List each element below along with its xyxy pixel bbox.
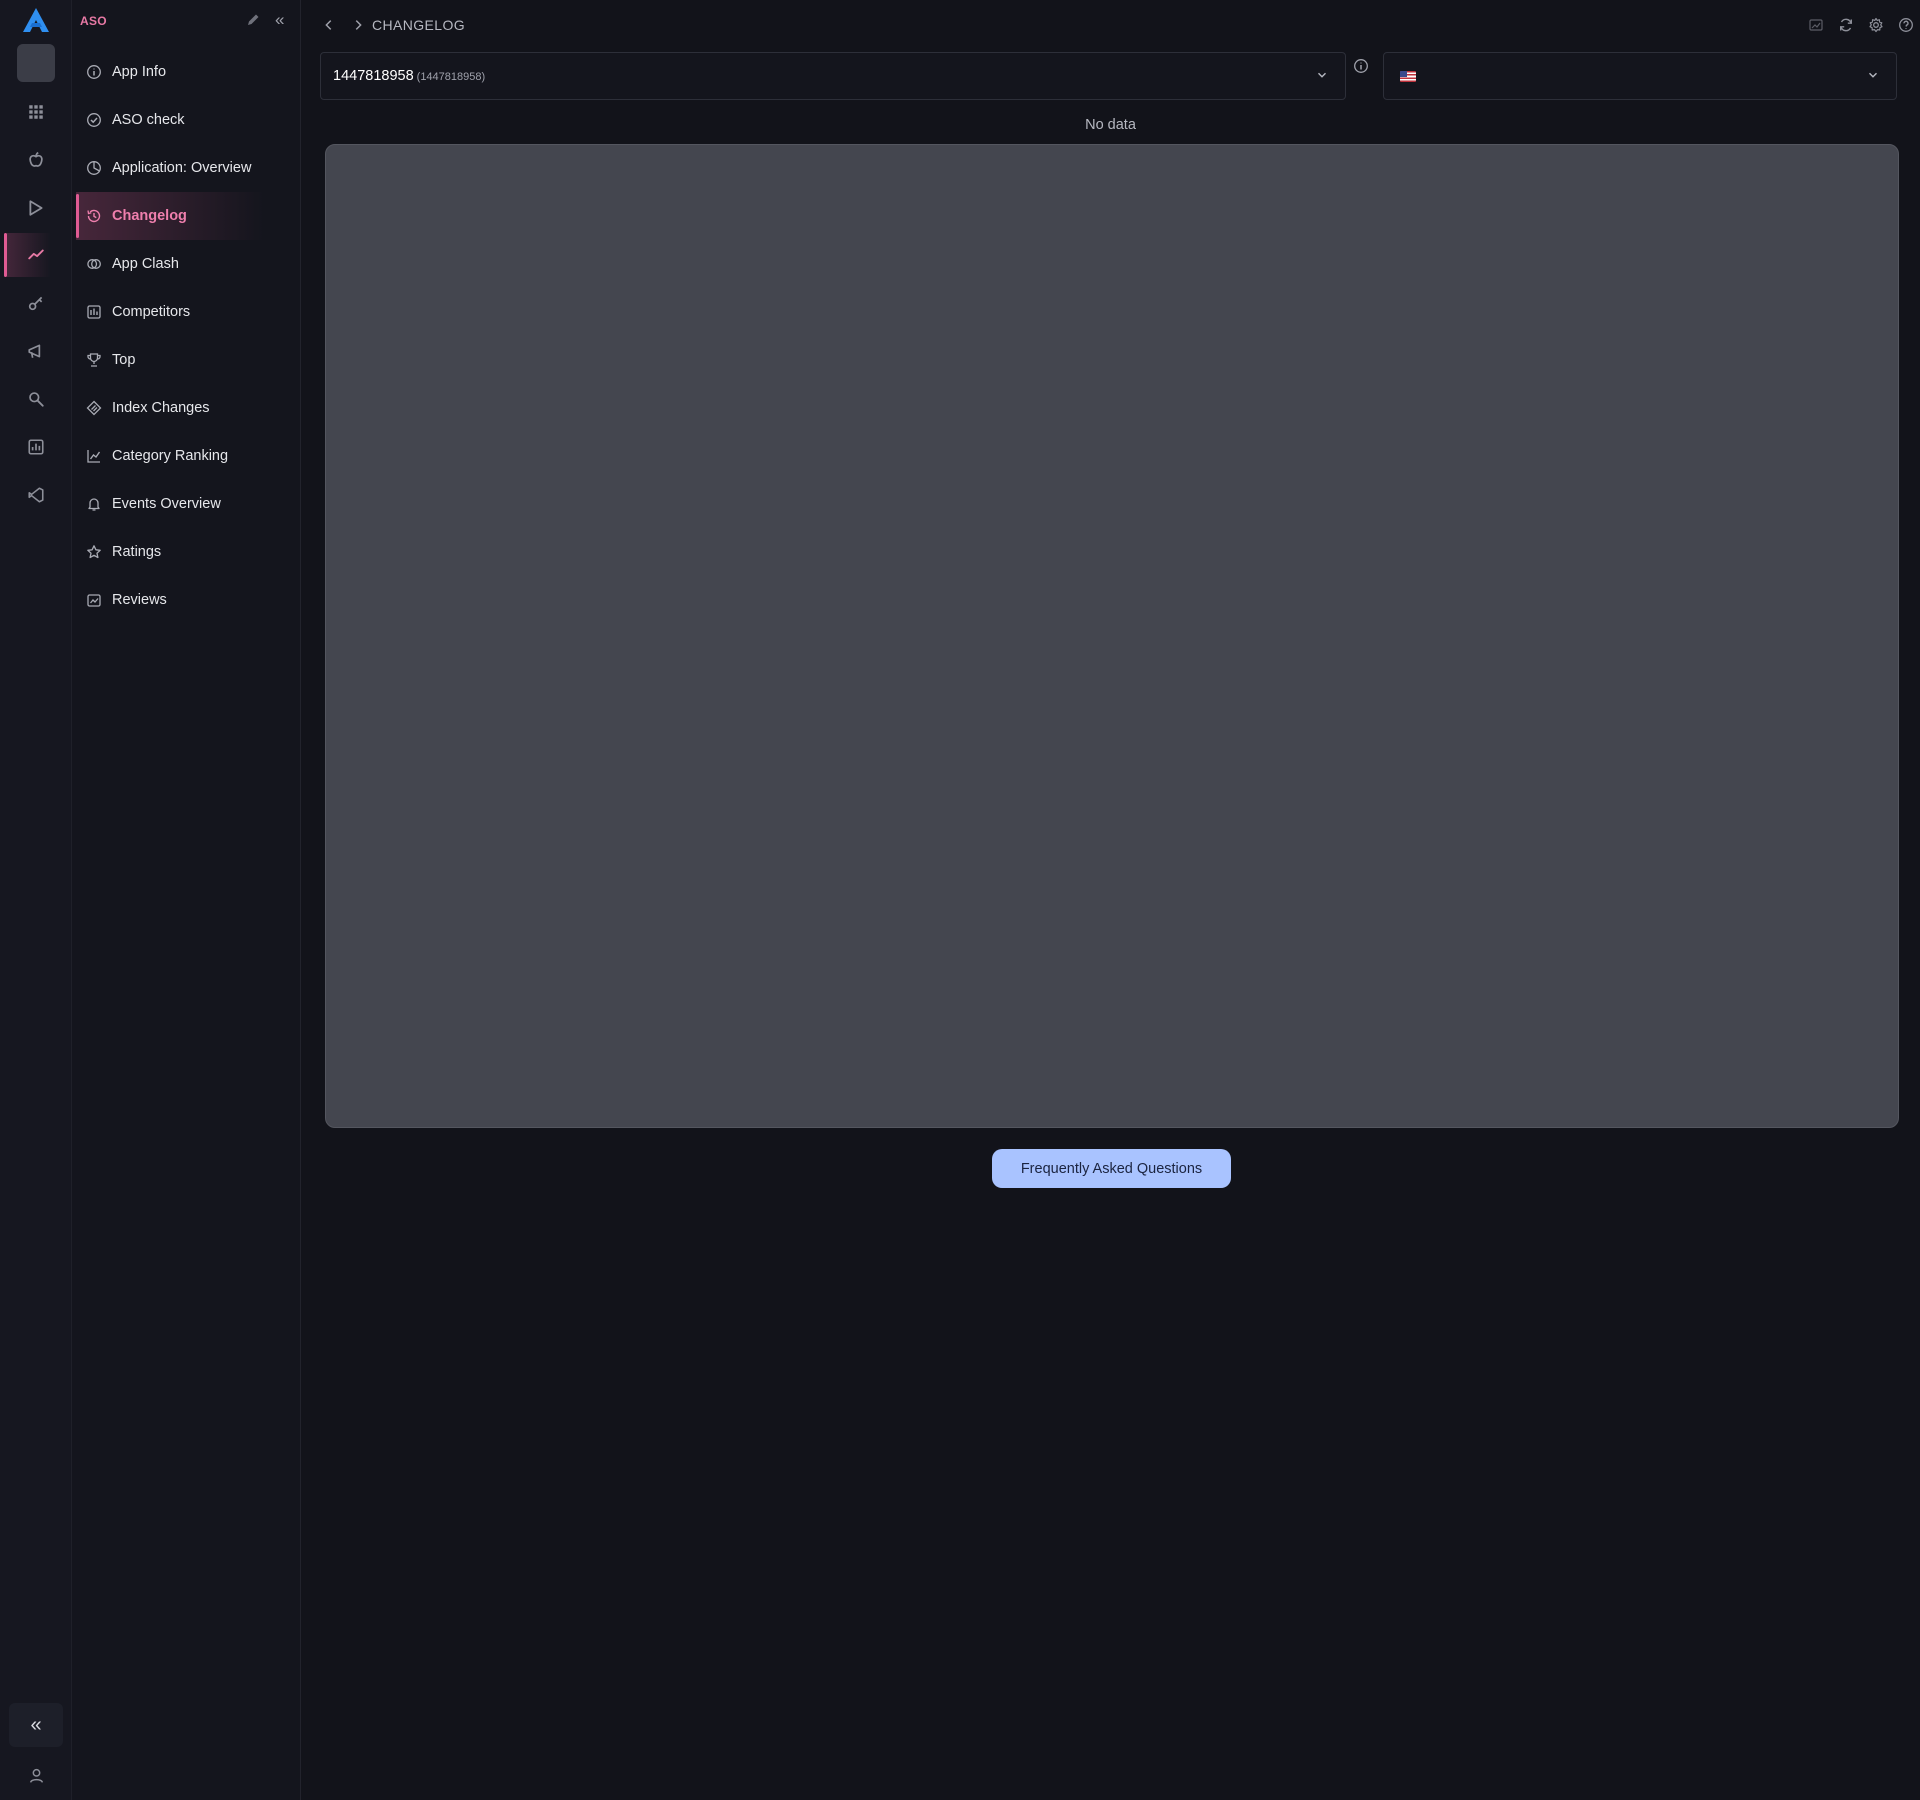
check-circle-icon xyxy=(86,112,102,128)
sidebar-item-label: Reviews xyxy=(112,592,167,608)
report-chart-icon[interactable] xyxy=(0,425,72,469)
sidebar-item-ratings[interactable]: Ratings xyxy=(76,528,297,576)
icon-rail: « xyxy=(0,0,72,1800)
changelog-panel xyxy=(325,144,1899,1128)
sidebar-item-label: Application: Overview xyxy=(112,160,252,176)
forward-arrow-icon[interactable] xyxy=(348,15,368,35)
info-icon[interactable] xyxy=(1353,58,1369,74)
sidebar-item-label: App Info xyxy=(112,64,167,80)
sidebar-item-category-ranking[interactable]: Category Ranking xyxy=(76,432,297,480)
pie-chart-icon xyxy=(86,160,102,176)
sidebar-item-label: Changelog xyxy=(112,208,187,224)
edit-icon[interactable] xyxy=(245,12,263,30)
sidebar-item-label: Competitors xyxy=(112,304,191,320)
settings-gear-icon[interactable] xyxy=(1866,15,1886,35)
megaphone-icon[interactable] xyxy=(0,329,72,373)
sidebar-item-top[interactable]: Top xyxy=(76,336,297,384)
sidebar-item-label: Category Ranking xyxy=(112,448,229,464)
help-icon[interactable] xyxy=(1896,15,1916,35)
breadcrumb: CHANGELOG xyxy=(372,17,466,33)
faq-button[interactable]: Frequently Asked Questions xyxy=(992,1149,1231,1188)
info-circle-icon xyxy=(86,64,102,80)
sidebar-item-app-info[interactable]: App Info xyxy=(76,48,297,96)
topbar: CHANGELOG xyxy=(301,0,1920,50)
key-icon[interactable] xyxy=(0,281,72,325)
sidebar-menu: App Info ASO check Application: Overview… xyxy=(76,48,297,624)
user-icon[interactable] xyxy=(0,1756,72,1794)
refresh-icon[interactable] xyxy=(1836,15,1856,35)
collapse-rail-button[interactable]: « xyxy=(9,1703,63,1747)
sidebar-item-label: Events Overview xyxy=(112,496,221,512)
app-id: 1447818958 xyxy=(333,68,414,84)
country-select[interactable] xyxy=(1383,52,1897,100)
sidebar-item-aso-check[interactable]: ASO check xyxy=(76,96,297,144)
chevron-down-icon[interactable] xyxy=(1315,68,1331,84)
star-icon xyxy=(86,544,102,560)
reviews-icon xyxy=(86,592,102,608)
sidebar-item-competitors[interactable]: Competitors xyxy=(76,288,297,336)
play-store-icon[interactable] xyxy=(0,186,72,230)
image-chart-icon[interactable] xyxy=(1806,15,1826,35)
empty-state-text: No data xyxy=(1085,117,1136,133)
sidebar-item-label: App Clash xyxy=(112,256,179,272)
apple-icon[interactable] xyxy=(0,138,72,182)
code-editor-icon[interactable] xyxy=(0,473,72,517)
sidebar-title: ASO xyxy=(80,14,107,28)
clash-icon xyxy=(86,256,102,272)
search-tools-icon[interactable] xyxy=(0,377,72,421)
app-id-secondary: (1447818958) xyxy=(416,71,486,83)
bell-icon xyxy=(86,496,102,512)
sidebar-item-label: Index Changes xyxy=(112,400,210,416)
main-content: CHANGELOG 1447818958 (1447818958) No dat… xyxy=(301,0,1920,1800)
sidebar: ASO « App Info ASO check Application: Ov… xyxy=(72,0,301,1800)
history-icon xyxy=(86,208,102,224)
sidebar-item-reviews[interactable]: Reviews xyxy=(76,576,297,624)
trophy-icon xyxy=(86,352,102,368)
sidebar-item-label: ASO check xyxy=(112,112,185,128)
sidebar-item-index-changes[interactable]: Index Changes xyxy=(76,384,297,432)
sidebar-item-label: Top xyxy=(112,352,136,368)
app-avatar[interactable] xyxy=(17,44,55,82)
sidebar-item-events-overview[interactable]: Events Overview xyxy=(76,480,297,528)
line-chart-icon xyxy=(86,448,102,464)
us-flag-icon xyxy=(1400,71,1416,82)
top-actions xyxy=(1806,15,1916,35)
app-logo-icon[interactable] xyxy=(21,6,51,34)
sidebar-item-label: Ratings xyxy=(112,544,162,560)
app-select[interactable]: 1447818958 (1447818958) xyxy=(320,52,1346,100)
sidebar-item-changelog[interactable]: Changelog xyxy=(76,192,297,240)
dashboard-grid-icon[interactable] xyxy=(0,90,72,134)
back-arrow-icon[interactable] xyxy=(319,15,339,35)
collapse-sidebar-icon[interactable]: « xyxy=(275,10,293,30)
sidebar-item-application-overview[interactable]: Application: Overview xyxy=(76,144,297,192)
competitors-icon xyxy=(86,304,102,320)
analytics-trend-icon[interactable] xyxy=(0,233,72,277)
sidebar-item-app-clash[interactable]: App Clash xyxy=(76,240,297,288)
index-changes-icon xyxy=(86,400,102,416)
chevron-down-icon[interactable] xyxy=(1866,68,1882,84)
app-select-value: 1447818958 (1447818958) xyxy=(333,68,485,84)
